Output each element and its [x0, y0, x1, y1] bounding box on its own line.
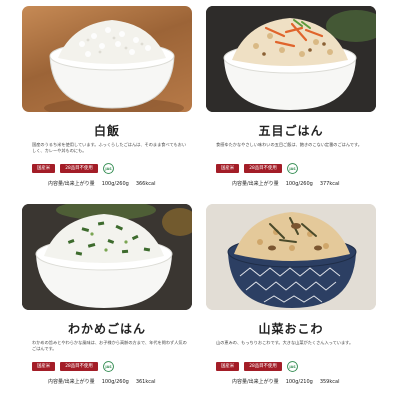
spec-amount: 100g/260g — [285, 181, 313, 187]
spec-label: 内容量/出来上がり量 — [232, 181, 279, 187]
product-card-white-rice: 白飯 国産のうるち米を使用しています。ふっくらしたごはんは、そのまま食べてもおい… — [22, 6, 192, 196]
product-card-wakame-rice: わかめごはん わかめの旨みとやわらかな風味は、お子様から高齢の方まで、年代を問わ… — [22, 204, 192, 394]
product-spec: 内容量/出来上がり量 100g/260g 377kcal — [232, 180, 339, 187]
product-badges: 国産米 28品目不使用 JAS — [32, 360, 114, 372]
spec-amount: 100g/260g — [101, 379, 129, 385]
spec-amount: 100g/210g — [285, 379, 313, 385]
svg-text:JAS: JAS — [288, 166, 296, 170]
product-badges: 国産米 28品目不使用 JAS — [216, 162, 298, 174]
badge-domestic-rice: 国産米 — [216, 361, 240, 371]
spec-kcal: 366kcal — [135, 181, 156, 187]
product-description: わかめの旨みとやわらかな風味は、お子様から高齢の方まで、年代を問わず人気のごはん… — [32, 340, 187, 352]
product-name: 白飯 — [93, 124, 120, 138]
product-card-sansai-okowa: 山菜おこわ 山の恵みの、もっちりおこわです。大きな山菜がたくさん入っています。 … — [206, 204, 376, 394]
badge-domestic-rice: 国産米 — [32, 361, 56, 371]
badge-allergen-free: 28品目不使用 — [60, 163, 98, 173]
jas-mark-icon: JAS — [102, 360, 114, 372]
white-rice-photo — [22, 6, 192, 112]
gomoku-rice-photo — [206, 6, 376, 112]
spec-kcal: 361kcal — [135, 379, 156, 385]
product-card-gomoku-rice: 五目ごはん 食感ゆたかなやさしい味わいの五目ご飯は、飽きのこない定番のごはんです… — [206, 6, 376, 196]
badge-allergen-free: 28品目不使用 — [244, 163, 282, 173]
sansai-okowa-photo — [206, 204, 376, 310]
spec-amount: 100g/260g — [101, 181, 129, 187]
product-badges: 国産米 28品目不使用 JAS — [32, 162, 114, 174]
spec-kcal: 377kcal — [319, 181, 340, 187]
badge-allergen-free: 28品目不使用 — [244, 361, 282, 371]
svg-text:JAS: JAS — [104, 166, 112, 170]
svg-text:JAS: JAS — [104, 364, 112, 368]
product-grid: 白飯 国産のうるち米を使用しています。ふっくらしたごはんは、そのまま食べてもおい… — [0, 0, 400, 400]
spec-label: 内容量/出来上がり量 — [48, 181, 95, 187]
jas-mark-icon: JAS — [286, 162, 298, 174]
product-description: 食感ゆたかなやさしい味わいの五目ご飯は、飽きのこない定番のごはんです。 — [216, 142, 362, 147]
product-spec: 内容量/出来上がり量 100g/210g 359kcal — [232, 378, 339, 385]
product-name: わかめごはん — [67, 322, 146, 336]
product-spec: 内容量/出来上がり量 100g/260g 361kcal — [48, 378, 155, 385]
product-badges: 国産米 28品目不使用 JAS — [216, 360, 298, 372]
product-description: 山の恵みの、もっちりおこわです。大きな山菜がたくさん入っています。 — [216, 340, 354, 345]
product-spec: 内容量/出来上がり量 100g/260g 366kcal — [48, 180, 155, 187]
badge-allergen-free: 28品目不使用 — [60, 361, 98, 371]
product-description: 国産のうるち米を使用しています。ふっくらしたごはんは、そのまま食べてもおいしく、… — [32, 142, 187, 154]
badge-domestic-rice: 国産米 — [216, 163, 240, 173]
wakame-rice-photo — [22, 204, 192, 310]
svg-text:JAS: JAS — [288, 364, 296, 368]
product-name: 山菜おこわ — [258, 322, 324, 336]
jas-mark-icon: JAS — [102, 162, 114, 174]
product-name: 五目ごはん — [258, 124, 324, 138]
spec-label: 内容量/出来上がり量 — [48, 379, 95, 385]
spec-kcal: 359kcal — [319, 379, 340, 385]
jas-mark-icon: JAS — [286, 360, 298, 372]
spec-label: 内容量/出来上がり量 — [232, 379, 279, 385]
badge-domestic-rice: 国産米 — [32, 163, 56, 173]
